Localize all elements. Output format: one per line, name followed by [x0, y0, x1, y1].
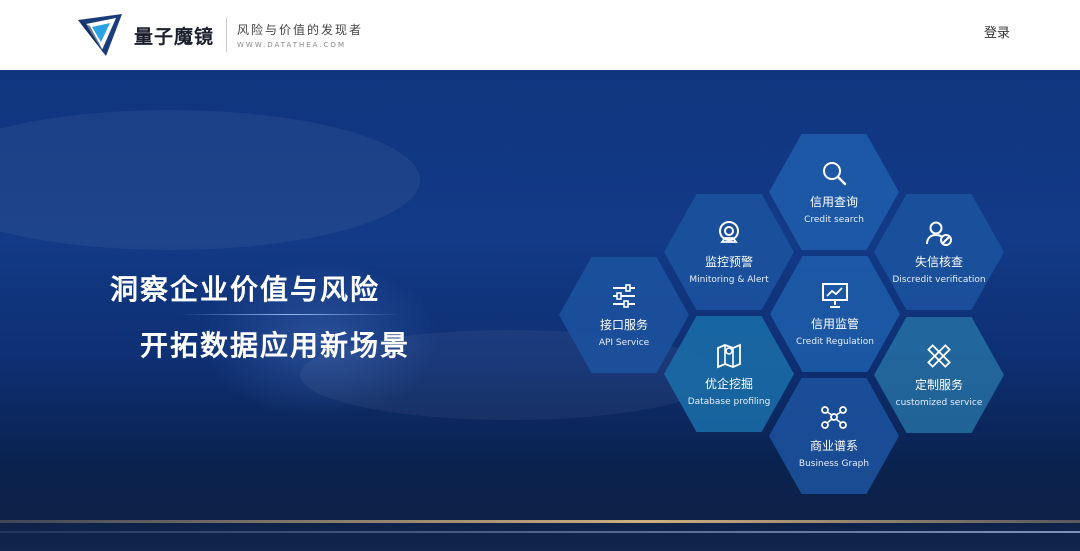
background-bridge: [0, 531, 1080, 533]
camera-icon: [719, 220, 739, 243]
service-label-en: Discredit verification: [892, 274, 986, 285]
service-label-en: Minitoring & Alert: [689, 274, 769, 285]
sliders-icon: [613, 283, 635, 308]
hero-headline-2: 开拓数据应用新场景: [140, 329, 411, 362]
service-label-en: Credit search: [804, 214, 864, 225]
service-label-en: Business Graph: [798, 458, 870, 469]
service-label: 信用查询: [809, 194, 858, 209]
hero-headline-1: 洞察企业价值与风险: [110, 273, 381, 306]
brand-logo-icon: [78, 14, 122, 56]
background-cloud: [0, 110, 420, 250]
service-label: 监控预警: [704, 254, 753, 269]
brand-logo[interactable]: 量子魔镜 风险与价值的发现者 WWW.DATATHEA.COM: [76, 10, 363, 60]
service-label-en: API Service: [598, 337, 650, 348]
service-label-en: Database profiling: [687, 396, 771, 407]
network-icon: [821, 405, 847, 429]
search-icon: [823, 161, 847, 185]
background-bridge: [0, 520, 1080, 523]
ruler-pencil-icon: [927, 343, 951, 368]
service-label-en: customized service: [895, 397, 983, 408]
top-header: 量子魔镜 风险与价值的发现者 WWW.DATATHEA.COM 登录: [0, 0, 1080, 70]
service-label: 失信核查: [914, 254, 963, 269]
user-block-icon: [926, 221, 952, 246]
brand-divider: [226, 18, 228, 52]
presentation-icon: [822, 282, 848, 308]
service-label: 商业谱系: [809, 438, 858, 453]
background-horizon: [0, 470, 1080, 551]
map-pin-icon: [717, 343, 741, 368]
brand-url: WWW.DATATHEA.COM: [237, 41, 346, 49]
brand-tagline: 风险与价值的发现者 WWW.DATATHEA.COM: [237, 21, 363, 49]
service-label: 优企挖掘: [704, 376, 753, 391]
brand-name: 量子魔镜: [134, 25, 215, 48]
service-label: 信用监管: [810, 316, 859, 331]
service-label-en: Credit Regulation: [796, 336, 874, 347]
headline-underline: [180, 314, 400, 315]
service-label: 定制服务: [914, 377, 963, 392]
hero-banner: [0, 70, 1080, 551]
service-label: 接口服务: [599, 317, 648, 332]
brand-slogan: 风险与价值的发现者: [237, 23, 364, 37]
login-link[interactable]: 登录: [984, 22, 1010, 41]
